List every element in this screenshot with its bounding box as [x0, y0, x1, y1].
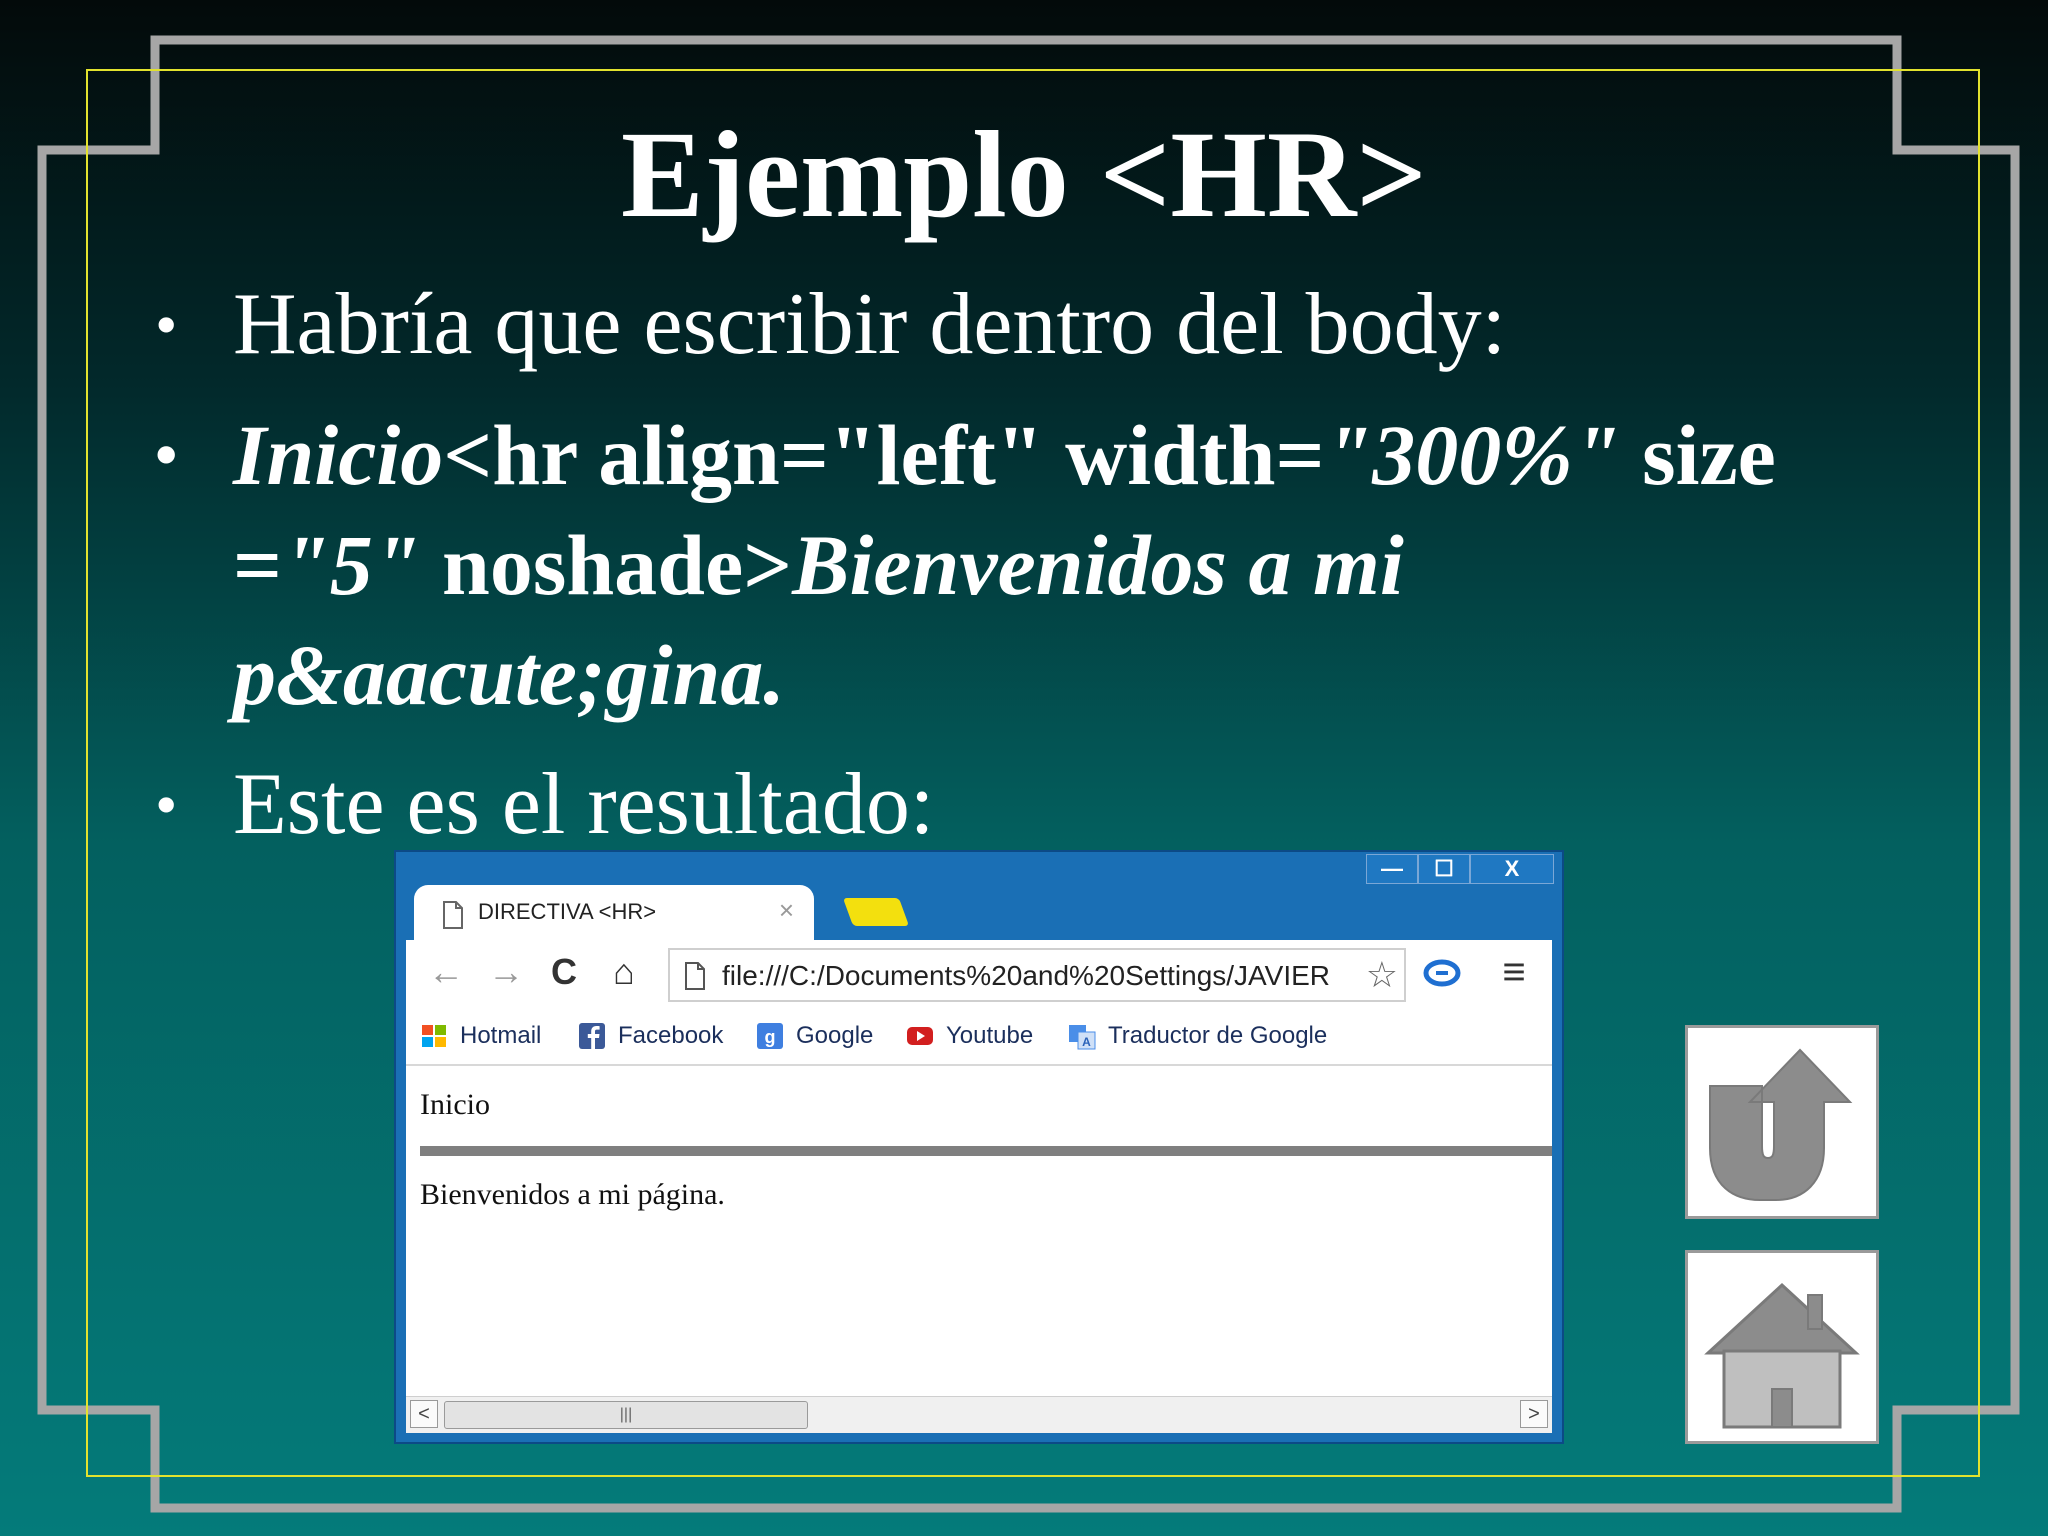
- slide: Ejemplo <HR> • Habría que escribir dentr…: [0, 0, 2048, 1536]
- url-text: file:///C:/Documents%20and%20Settings/JA…: [722, 960, 1331, 991]
- code-part: Inicio: [233, 407, 444, 503]
- home-button[interactable]: [1685, 1250, 1879, 1444]
- close-window-button[interactable]: X: [1470, 854, 1554, 884]
- bullet-dot: •: [155, 769, 178, 840]
- reload-button[interactable]: C: [542, 950, 586, 994]
- code-part: noshade>: [420, 517, 793, 613]
- facebook-icon: [579, 1023, 605, 1049]
- scroll-right-button[interactable]: >: [1520, 1400, 1548, 1428]
- home-nav-button[interactable]: ⌂: [602, 950, 646, 994]
- bullet-3-text: Este es el resultado:: [233, 756, 935, 853]
- bookmark-label: Traductor de Google: [1108, 1022, 1328, 1049]
- bullet-1-text: Habría que escribir dentro del body:: [233, 276, 1507, 373]
- maximize-button[interactable]: ☐: [1418, 854, 1470, 884]
- new-tab-button[interactable]: [842, 898, 910, 926]
- code-part: <hr align="left" width=: [443, 407, 1325, 503]
- minimize-button[interactable]: —: [1366, 854, 1418, 884]
- svg-text:A: A: [1082, 1035, 1091, 1049]
- return-button[interactable]: [1685, 1025, 1879, 1219]
- page-content: Inicio Bienvenidos a mi página.: [406, 1066, 1552, 1396]
- scroll-thumb[interactable]: |||: [444, 1401, 808, 1429]
- bullet-2-text: Inicio<hr align="left" width="300%" size…: [233, 400, 1933, 730]
- horizontal-rule: [420, 1146, 1552, 1156]
- slide-title: Ejemplo <HR>: [620, 106, 1428, 243]
- page-icon: [685, 962, 705, 990]
- google-icon: g: [757, 1023, 783, 1049]
- horizontal-scrollbar[interactable]: < ||| >: [406, 1396, 1552, 1433]
- code-part: "300%": [1324, 407, 1621, 503]
- forward-button[interactable]: →: [484, 950, 528, 994]
- bookmark-youtube[interactable]: Youtube: [906, 1020, 1033, 1052]
- window-controls: — ☐ X: [1366, 854, 1554, 884]
- bullet-dot: •: [155, 289, 178, 360]
- bookmark-label: Hotmail: [460, 1022, 542, 1049]
- youtube-icon: [907, 1027, 933, 1045]
- back-button[interactable]: ←: [424, 950, 468, 994]
- browser-window: — ☐ X DIRECTIVA <HR> × ← → C ⌂ file:///C…: [394, 850, 1564, 1444]
- menu-icon[interactable]: ≡: [1492, 950, 1536, 994]
- bullet-1: • Habría que escribir dentro del body:: [155, 270, 1915, 380]
- bookmark-facebook[interactable]: Facebook: [578, 1020, 723, 1052]
- windows-flag-icon: [422, 1025, 446, 1047]
- bookmark-label: Youtube: [946, 1022, 1034, 1049]
- bookmarks-bar: Hotmail Facebook g Google Youtube A Trad…: [406, 1008, 1552, 1066]
- bookmark-label: Google: [796, 1022, 874, 1049]
- bullet-dot: •: [155, 419, 178, 490]
- page-icon: [443, 901, 463, 929]
- browser-toolbar: ← → C ⌂ file:///C:/Documents%20and%20Set…: [406, 940, 1552, 1008]
- extension-icon[interactable]: [1422, 958, 1462, 988]
- browser-tab[interactable]: DIRECTIVA <HR> ×: [414, 885, 814, 943]
- code-part: "5": [282, 517, 421, 613]
- bookmark-star-icon[interactable]: ☆: [1366, 954, 1398, 996]
- bookmark-google[interactable]: g Google: [756, 1020, 873, 1052]
- home-icon: [1704, 1282, 1860, 1429]
- bullet-2: • Inicio<hr align="left" width="300%" si…: [155, 400, 1915, 723]
- address-bar[interactable]: file:///C:/Documents%20and%20Settings/JA…: [668, 948, 1406, 1002]
- scroll-left-button[interactable]: <: [410, 1400, 438, 1428]
- translate-icon: A: [1069, 1025, 1096, 1050]
- bookmark-traductor[interactable]: A Traductor de Google: [1068, 1020, 1327, 1052]
- svg-text:g: g: [765, 1027, 776, 1047]
- bookmark-label: Facebook: [618, 1022, 724, 1049]
- tab-close-icon[interactable]: ×: [779, 895, 794, 926]
- return-arrow-icon: [1709, 1048, 1853, 1201]
- content-inicio: Inicio: [420, 1088, 490, 1121]
- tab-title: DIRECTIVA <HR>: [478, 899, 657, 924]
- bullet-3: • Este es el resultado:: [155, 750, 1915, 860]
- content-bienvenidos: Bienvenidos a mi página.: [420, 1178, 725, 1211]
- bookmark-hotmail[interactable]: Hotmail: [420, 1020, 541, 1052]
